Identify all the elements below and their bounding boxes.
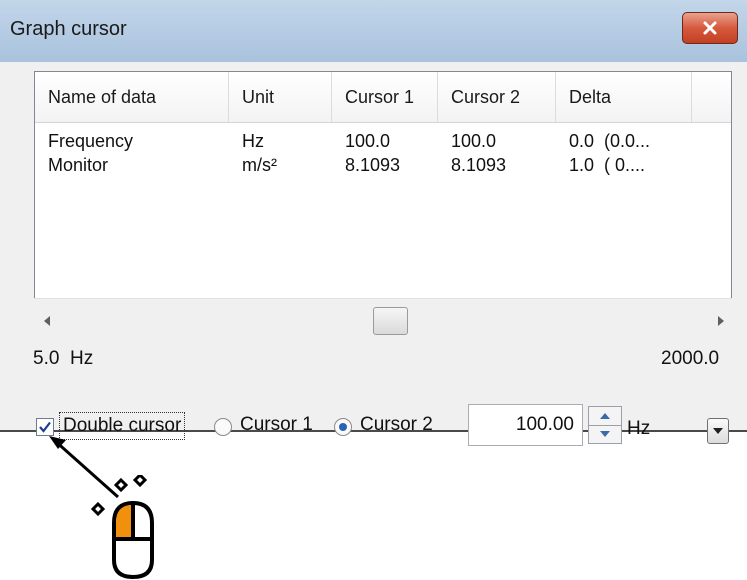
column-header-cursor2[interactable]: Cursor 2 xyxy=(438,72,556,122)
range-min-label: 5.0 Hz xyxy=(33,348,94,369)
cursor2-radio[interactable] xyxy=(334,418,352,436)
double-cursor-label[interactable]: Double cursor xyxy=(59,412,186,440)
graph-cursor-dialog: Graph cursor Name of data Unit Cursor 1 … xyxy=(0,0,747,446)
list-header: Name of data Unit Cursor 1 Cursor 2 Delt… xyxy=(35,72,731,123)
column-header-cursor1[interactable]: Cursor 1 xyxy=(332,72,438,122)
checkmark-icon xyxy=(39,421,51,433)
chevron-down-icon xyxy=(713,428,723,434)
spin-up-button[interactable] xyxy=(589,407,621,426)
frequency-scrollbar[interactable] xyxy=(34,298,732,345)
scroll-thumb[interactable] xyxy=(373,307,408,335)
arrow-up-icon xyxy=(600,413,610,419)
row-name: Monitor xyxy=(48,155,109,175)
row-cursor2: 8.1093 xyxy=(451,155,507,175)
cursor1-radio-label[interactable]: Cursor 1 xyxy=(240,414,313,436)
spin-down-button[interactable] xyxy=(589,425,621,443)
cursor2-radio-label[interactable]: Cursor 2 xyxy=(360,414,433,436)
table-row[interactable]: Monitor m/s² 8.1093 8.1093 1.0 ( 0.... xyxy=(35,154,731,178)
column-header-name[interactable]: Name of data xyxy=(35,72,229,122)
arrow-down-icon xyxy=(600,431,610,437)
arrow-left-icon xyxy=(44,316,50,326)
arrow-right-icon xyxy=(718,316,724,326)
column-header-unit[interactable]: Unit xyxy=(229,72,332,122)
column-header-delta[interactable]: Delta xyxy=(556,72,692,122)
value-unit-label: Hz xyxy=(627,418,651,439)
close-button[interactable] xyxy=(682,12,738,44)
row-delta: 1.0 ( 0.... xyxy=(569,155,646,175)
row-delta: 0.0 (0.0... xyxy=(569,131,651,151)
title-bar: Graph cursor xyxy=(0,0,747,62)
table-row[interactable]: Frequency Hz 100.0 100.0 0.0 (0.0... xyxy=(35,130,731,154)
row-cursor1: 100.0 xyxy=(345,131,391,151)
options-dropdown-button[interactable] xyxy=(707,418,729,444)
cursor1-radio[interactable] xyxy=(214,418,232,436)
row-unit: m/s² xyxy=(242,155,277,175)
mouse-left-click-icon xyxy=(90,475,154,580)
row-cursor2: 100.0 xyxy=(451,131,497,151)
double-cursor-checkbox[interactable] xyxy=(36,418,54,436)
row-name: Frequency xyxy=(48,131,134,151)
close-x-icon xyxy=(703,21,717,35)
row-cursor1: 8.1093 xyxy=(345,155,401,175)
scroll-left-button[interactable] xyxy=(40,313,54,329)
window-title: Graph cursor xyxy=(10,18,127,40)
row-unit: Hz xyxy=(242,131,264,151)
range-max-label: 2000.0 xyxy=(661,348,720,369)
radio-selected-dot xyxy=(339,423,347,431)
cursor-value-input[interactable]: 100.00 xyxy=(468,404,583,446)
value-spinner[interactable] xyxy=(588,406,622,444)
scroll-right-button[interactable] xyxy=(714,313,728,329)
